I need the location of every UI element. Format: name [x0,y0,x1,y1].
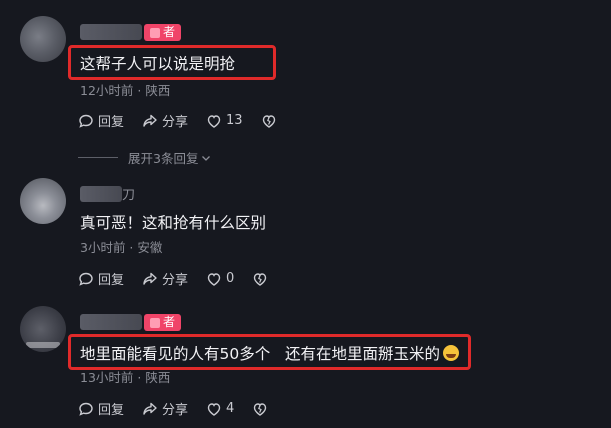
like-button[interactable]: 4 [206,401,234,417]
comment-actions: 回复 分享 4 [78,399,290,418]
divider-line [78,157,118,158]
username-tail[interactable]: 刀 [122,184,135,203]
dislike-button[interactable] [261,113,281,129]
reply-label: 回复 [98,273,125,288]
like-count: 13 [226,113,243,128]
rofl-emoji-icon [443,345,460,361]
reply-icon [79,114,93,128]
avatar[interactable] [20,306,66,352]
badge-label: 者 [163,315,176,329]
comment-meta: 3小时前 · 安徽 [80,240,163,255]
author-badge: 者 [144,24,182,41]
share-icon [143,272,157,285]
dislike-button[interactable] [252,271,272,287]
reply-label: 回复 [98,403,125,418]
badge-blur [150,27,160,38]
comment-actions: 回复 分享 13 [78,111,299,130]
expand-label: 展开3条回复 [128,151,199,166]
username-blurred[interactable] [80,314,142,330]
badge-blur [150,317,160,328]
like-button[interactable]: 13 [206,113,243,129]
author-badge: 者 [144,314,182,331]
reply-button[interactable]: 回复 [78,269,124,288]
share-label: 分享 [162,115,189,130]
reply-icon [79,402,93,416]
share-button[interactable]: 分享 [142,399,188,418]
username-blurred[interactable] [80,186,122,202]
share-button[interactable]: 分享 [142,111,188,130]
broken-heart-icon [254,272,267,286]
username-blurred[interactable] [80,24,142,40]
comment-meta: 12小时前 · 陕西 [80,83,171,98]
comment-text-body: 地里面能看见的人有50多个 还有在地里面掰玉米的 [80,345,441,363]
chevron-down-icon [202,155,211,161]
reply-button[interactable]: 回复 [78,111,124,130]
comment-actions: 回复 分享 0 [78,269,290,288]
share-button[interactable]: 分享 [142,269,188,288]
like-count: 0 [226,271,235,286]
broken-heart-icon [254,402,267,416]
like-button[interactable]: 0 [206,271,234,287]
share-label: 分享 [162,403,189,418]
share-icon [143,114,157,127]
comment-text: 这帮子人可以说是明抢 [80,55,236,73]
expand-replies-button[interactable]: 展开3条回复 [78,148,212,167]
comment-text: 地里面能看见的人有50多个 还有在地里面掰玉米的 [80,342,460,364]
like-count: 4 [226,401,235,416]
share-label: 分享 [162,273,189,288]
share-icon [143,402,157,415]
heart-icon [207,114,221,128]
heart-icon [207,402,221,416]
comment-text: 真可恶！这和抢有什么区别 [80,214,267,232]
broken-heart-icon [262,114,275,128]
comment-meta: 13小时前 · 陕西 [80,370,171,385]
avatar[interactable] [20,16,66,62]
avatar[interactable] [20,178,66,224]
reply-label: 回复 [98,115,125,130]
dislike-button[interactable] [252,401,272,417]
reply-icon [79,272,93,286]
reply-button[interactable]: 回复 [78,399,124,418]
heart-icon [207,272,221,286]
avatar-mark [26,342,60,348]
badge-label: 者 [163,25,176,39]
